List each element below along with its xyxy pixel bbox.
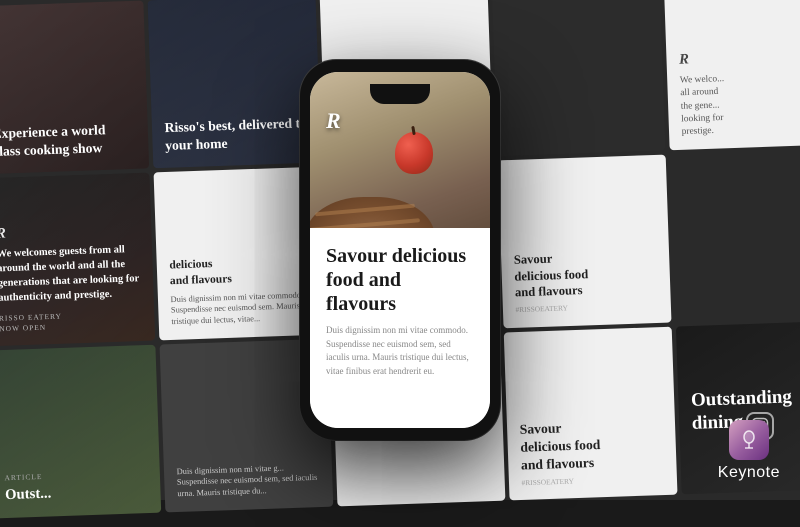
card-savour-eatery: #RISSOEATERY bbox=[515, 301, 658, 316]
card-auth-text: We welcomes guests from all around the w… bbox=[0, 242, 141, 306]
card-savour-bottom: Savourdelicious foodand flavours #RISSOE… bbox=[504, 327, 678, 501]
phone-notch bbox=[370, 84, 430, 104]
card-savour-title: Savourdelicious foodand flavours bbox=[514, 247, 658, 301]
card-r-logo-right: R bbox=[679, 48, 800, 70]
phone-screen: R Savour delicious food and flavours Dui… bbox=[310, 72, 490, 428]
card-cooking-show: Experience a world class cooking show bbox=[0, 1, 149, 175]
card-logo-r-right: R We welco...all aroundthe gene...lookin… bbox=[664, 0, 800, 150]
phone-card-title: Savour delicious food and flavours bbox=[326, 244, 474, 316]
card-savour: Savourdelicious foodand flavours #RISSOE… bbox=[498, 155, 672, 329]
phone-content-card: Savour delicious food and flavours Duis … bbox=[310, 228, 490, 428]
card-dark-right bbox=[670, 149, 800, 323]
card-body-dark: Duis dignissim non mi vitae g... Suspend… bbox=[176, 462, 320, 500]
phone-logo: R bbox=[326, 108, 341, 134]
card-food-photo-1: ARTICLE Outst... bbox=[0, 345, 161, 519]
card-savour-bottom-tag: #RISSOEATERY bbox=[521, 474, 664, 487]
keynote-badge: Keynote bbox=[718, 420, 780, 482]
card-empty-1 bbox=[492, 0, 666, 156]
keynote-label: Keynote bbox=[718, 464, 780, 482]
keynote-icon bbox=[729, 420, 769, 460]
phone-card-body: Duis dignissim non mi vitae commodo. Sus… bbox=[326, 324, 474, 378]
card-flavours-title: deliciousand flavours bbox=[169, 253, 313, 288]
card-duis-body: Duis dignissim non mi vitae commodo. Sus… bbox=[170, 290, 314, 328]
card-right-text: We welco...all aroundthe gene...looking … bbox=[680, 69, 800, 138]
card-authenticity: R We welcomes guests from all around the… bbox=[0, 173, 155, 347]
phone-mockup: R Savour delicious food and flavours Dui… bbox=[300, 60, 500, 440]
card-delivery: Risso's best, delivered to your home bbox=[148, 0, 322, 168]
card-r-logo-auth: R bbox=[0, 221, 139, 243]
card-savour-bottom-title: Savourdelicious foodand flavours bbox=[519, 417, 664, 475]
